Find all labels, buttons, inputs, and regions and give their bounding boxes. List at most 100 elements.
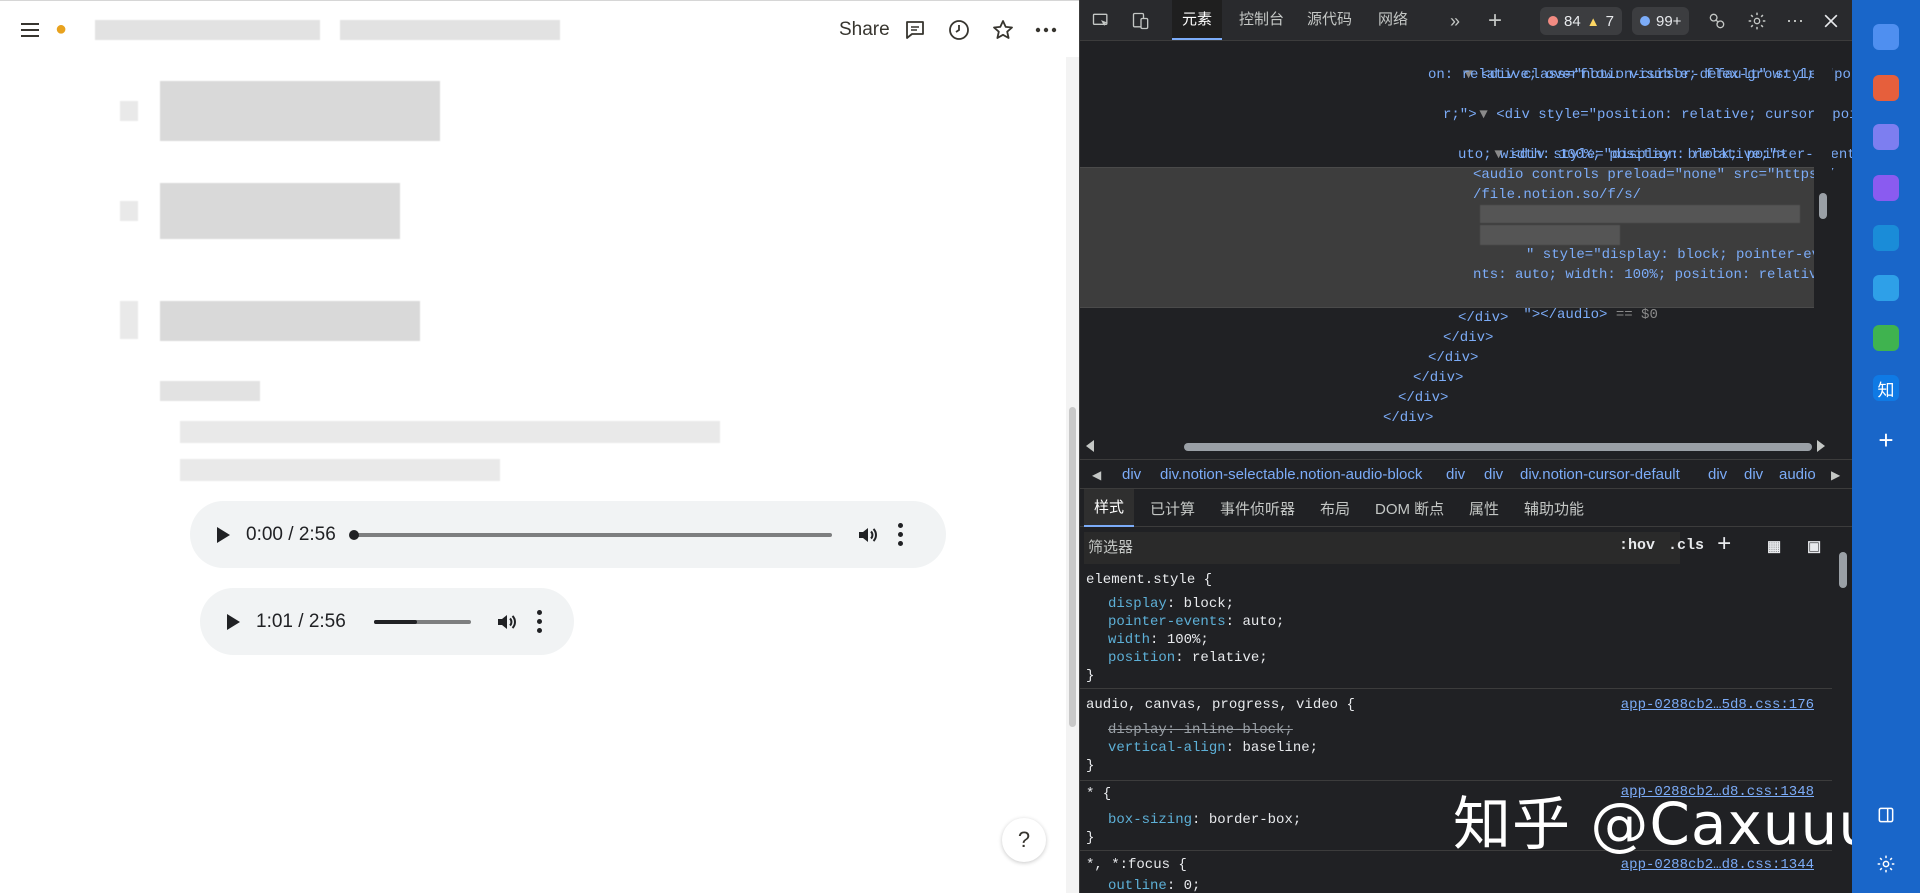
dom-close-tag[interactable]: </div>	[1398, 388, 1448, 408]
css-declaration[interactable]: pointer-events: auto;	[1108, 612, 1284, 632]
copilot-icon[interactable]	[1873, 175, 1899, 201]
comment-icon[interactable]	[902, 17, 928, 43]
add-tab-icon[interactable]: +	[1484, 7, 1506, 34]
breadcrumb-item[interactable]: div.notion-cursor-default	[1520, 466, 1680, 483]
tab-console[interactable]: 控制台	[1239, 0, 1284, 40]
new-rule-icon[interactable]: +	[1717, 532, 1731, 559]
page-emoji-icon[interactable]: ●	[55, 17, 79, 41]
elements-hscrollbar[interactable]	[1080, 435, 1853, 457]
tab-layout[interactable]: 布局	[1320, 498, 1350, 519]
audio-more-icon[interactable]	[537, 610, 543, 633]
styles-subtabs: 样式 已计算 事件侦听器 布局 DOM 断点 属性 辅助功能	[1080, 489, 1853, 527]
breadcrumb-item[interactable]: div.notion-selectable.notion-audio-block	[1160, 466, 1422, 483]
dom-close-tag[interactable]: </div>	[1458, 308, 1508, 328]
tab-accessibility[interactable]: 辅助功能	[1524, 498, 1584, 519]
volume-icon[interactable]	[495, 610, 519, 634]
issues-count: 99+	[1656, 12, 1682, 30]
audio-progress-track[interactable]	[373, 619, 471, 624]
console-status-badge[interactable]: 84 ▲ 7	[1540, 7, 1622, 35]
elements-scrollbar[interactable]	[1814, 41, 1832, 433]
breadcrumb-item[interactable]: div	[1484, 466, 1503, 483]
hov-toggle[interactable]: :hov	[1619, 537, 1655, 554]
cls-toggle[interactable]: .cls	[1668, 537, 1704, 554]
issues-badge[interactable]: 99+	[1632, 7, 1690, 35]
redacted-bullet	[120, 301, 138, 339]
redacted-breadcrumb[interactable]	[95, 20, 320, 40]
audio-progress-knob[interactable]	[348, 529, 359, 540]
audio-player[interactable]: 0:00 / 2:56	[190, 501, 946, 568]
redacted-heading	[160, 81, 440, 141]
tab-computed[interactable]: 已计算	[1150, 498, 1195, 519]
css-declaration-overridden[interactable]: display: inline-block;	[1108, 720, 1293, 740]
breadcrumb-item[interactable]: div	[1122, 466, 1141, 483]
redacted-breadcrumb[interactable]	[340, 20, 560, 40]
css-declaration[interactable]: position: relative;	[1108, 648, 1268, 668]
rule-selector[interactable]: element.style {	[1086, 570, 1212, 590]
css-declaration[interactable]: vertical-align: baseline;	[1108, 738, 1318, 758]
styles-filter-input[interactable]: 筛选器	[1084, 532, 1680, 564]
page-scrollbar[interactable]	[1066, 57, 1079, 893]
css-declaration[interactable]: display: block;	[1108, 594, 1234, 614]
tab-event-listeners[interactable]: 事件侦听器	[1220, 498, 1295, 519]
toggle-sidebar-icon[interactable]: ▣	[1807, 537, 1821, 556]
audio-more-icon[interactable]	[898, 523, 904, 546]
rule-selector[interactable]: *, *:focus {	[1086, 855, 1187, 875]
tree-app-icon[interactable]	[1873, 325, 1899, 351]
games-icon[interactable]	[1873, 124, 1899, 150]
rule-selector[interactable]: * {	[1086, 784, 1111, 804]
audio-player[interactable]: 1:01 / 2:56	[200, 588, 574, 655]
toolbox-icon[interactable]	[1873, 75, 1899, 101]
tab-network[interactable]: 网络	[1378, 0, 1408, 40]
inspect-element-icon[interactable]	[1090, 10, 1112, 32]
tag-icon[interactable]	[1873, 24, 1899, 50]
breadcrumb-item-current[interactable]: audio	[1779, 466, 1816, 483]
zhihu-icon[interactable]: 知	[1873, 375, 1899, 401]
close-devtools-icon[interactable]	[1820, 10, 1842, 32]
dom-close-tag[interactable]: </div>	[1383, 408, 1433, 428]
device-toolbar-icon[interactable]	[1130, 10, 1152, 32]
play-icon[interactable]	[227, 613, 240, 630]
breadcrumb-item[interactable]: div	[1446, 466, 1465, 483]
elements-tree[interactable]: ▼ <div class="notion-cursor-default" sty…	[1080, 41, 1889, 433]
audio-progress-track[interactable]	[348, 529, 832, 540]
dom-close-tag[interactable]: </div>	[1428, 348, 1478, 368]
add-sidebar-app-icon[interactable]: +	[1873, 425, 1899, 455]
more-options-icon[interactable]	[1033, 17, 1059, 43]
sidebar-settings-icon[interactable]	[1873, 851, 1899, 877]
help-button[interactable]: ?	[1002, 818, 1046, 862]
clock-icon[interactable]	[946, 17, 972, 43]
paint-brush-icon[interactable]: ▦	[1767, 537, 1781, 556]
outlook-icon[interactable]	[1873, 225, 1899, 251]
more-tabs-icon[interactable]: »	[1444, 10, 1466, 32]
stylesheet-link[interactable]: app-0288cb2…5d8.css:176	[1621, 695, 1814, 715]
breadcrumb-next-icon[interactable]: ▶	[1831, 468, 1840, 482]
tab-properties[interactable]: 属性	[1469, 498, 1499, 519]
css-declaration[interactable]: width: 100%;	[1108, 630, 1209, 650]
customize-more-icon[interactable]: ⋯	[1784, 10, 1806, 32]
breadcrumb-prev-icon[interactable]: ◀	[1092, 468, 1101, 482]
rule-selector[interactable]: audio, canvas, progress, video {	[1086, 695, 1355, 715]
sidebar-toggle-icon[interactable]	[1873, 802, 1899, 828]
tab-elements[interactable]: 元素	[1172, 0, 1223, 40]
devtools-panel: 元素 控制台 源代码 网络 » + 84 ▲ 7 99+ ⋯ ▼ <div cl…	[1079, 0, 1889, 893]
tab-styles[interactable]: 样式	[1084, 489, 1135, 527]
share-button[interactable]: Share	[839, 19, 890, 41]
css-declaration[interactable]: box-sizing: border-box;	[1108, 810, 1301, 830]
star-icon[interactable]	[990, 17, 1016, 43]
telegram-icon[interactable]	[1873, 275, 1899, 301]
settings-gear-icon[interactable]	[1746, 10, 1768, 32]
redacted-heading	[160, 183, 400, 239]
breadcrumb-item[interactable]: div	[1708, 466, 1727, 483]
css-declaration[interactable]: outline: 0;	[1108, 876, 1200, 893]
redacted-bullet	[120, 201, 138, 221]
breadcrumb-item[interactable]: div	[1744, 466, 1763, 483]
audio-node[interactable]: <audio controls preload="none" src="http…	[1473, 165, 1834, 185]
tab-dom-breakpoints[interactable]: DOM 断点	[1375, 498, 1444, 519]
dom-close-tag[interactable]: </div>	[1413, 368, 1463, 388]
connection-icon[interactable]	[1706, 10, 1728, 32]
play-icon[interactable]	[217, 526, 230, 543]
dom-close-tag[interactable]: </div>	[1443, 328, 1493, 348]
tab-sources[interactable]: 源代码	[1307, 0, 1352, 40]
volume-icon[interactable]	[856, 523, 880, 547]
menu-icon[interactable]	[17, 17, 43, 43]
